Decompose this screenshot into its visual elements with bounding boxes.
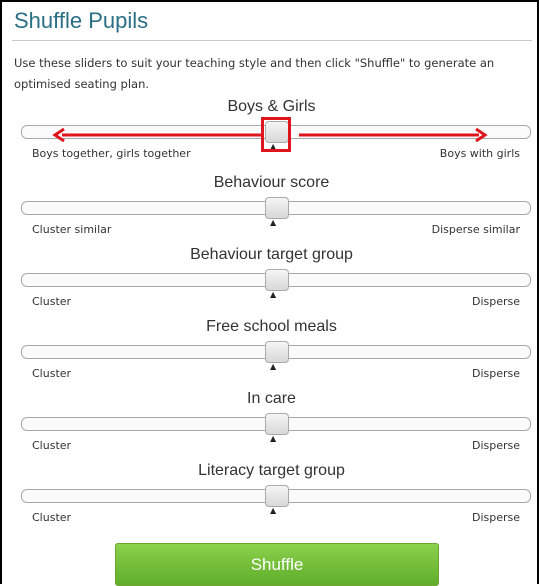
caret-up-icon: ▲ <box>270 434 277 443</box>
arrow-right-icon <box>299 128 488 142</box>
caret-up-icon: ▲ <box>270 290 277 299</box>
slider-title: Behaviour score <box>213 174 330 191</box>
caret-up-icon: ▲ <box>270 362 277 371</box>
slider-right-label: Disperse <box>471 295 520 308</box>
slider-right-label: Disperse <box>471 367 520 380</box>
slider-title: In care <box>247 390 296 407</box>
caret-up-icon: ▲ <box>270 506 277 515</box>
page-title: Shuffle Pupils <box>14 8 149 33</box>
slider-right-label: Disperse <box>471 439 520 452</box>
slider-right-label: Disperse <box>471 511 520 524</box>
slider-handle[interactable] <box>265 269 289 291</box>
slider-right-label: Boys with girls <box>439 147 520 160</box>
slider-left-label: Boys together, girls together <box>32 147 191 160</box>
slider-handle[interactable] <box>265 485 289 507</box>
slider-title: Literacy target group <box>198 462 345 479</box>
arrow-left-icon <box>52 128 264 142</box>
slider-title: Boys & Girls <box>227 98 316 115</box>
slider-left-label: Cluster <box>32 439 72 452</box>
slider-left-label: Cluster <box>32 367 72 380</box>
slider-right-label: Disperse similar <box>431 223 520 236</box>
shuffle-button[interactable]: Shuffle <box>115 543 439 586</box>
slider-left-label: Cluster <box>32 511 72 524</box>
slider-left-label: Cluster <box>32 295 72 308</box>
slider-title: Behaviour target group <box>190 246 353 263</box>
slider-handle[interactable] <box>265 413 289 435</box>
intro-text: Use these sliders to suit your teaching … <box>14 56 495 91</box>
annotation-highlight-box <box>261 117 291 152</box>
shuffle-panel: Shuffle Pupils Use these sliders to suit… <box>0 0 539 586</box>
title-divider <box>12 40 532 41</box>
caret-up-icon: ▲ <box>270 218 277 227</box>
slider-left-label: Cluster similar <box>32 223 112 236</box>
slider-handle[interactable] <box>265 197 289 219</box>
slider-handle[interactable] <box>265 341 289 363</box>
slider-title: Free school meals <box>206 318 337 335</box>
